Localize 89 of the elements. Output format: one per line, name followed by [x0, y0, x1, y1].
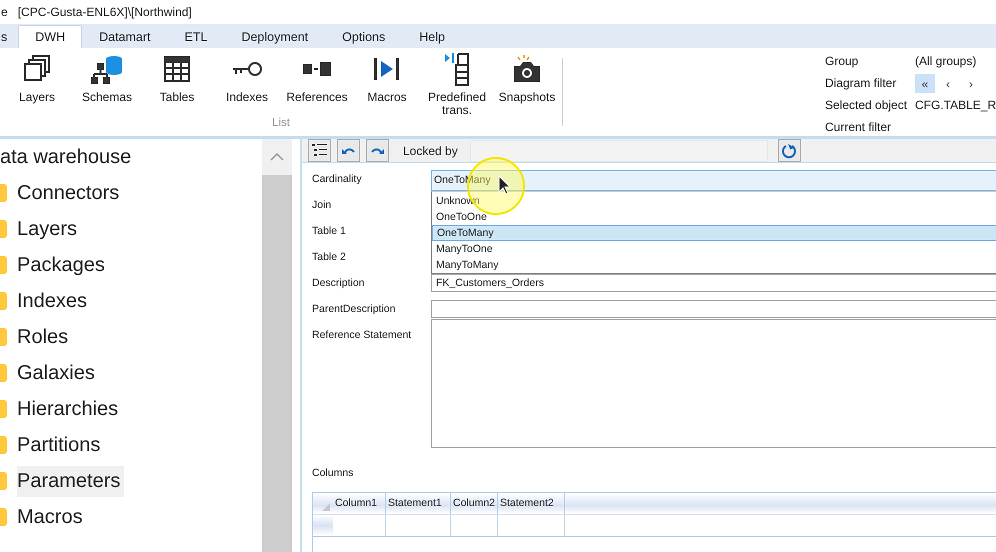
- folder-icon: [0, 220, 7, 238]
- key-icon: [231, 59, 263, 79]
- refresh-button[interactable]: [778, 139, 801, 162]
- list-icon: [312, 144, 327, 158]
- folder-icon: [0, 364, 7, 382]
- corner-icon: [322, 503, 330, 511]
- tree-item[interactable]: Connectors: [17, 178, 124, 208]
- new-row[interactable]: [313, 515, 996, 537]
- scroll-up-button[interactable]: [262, 139, 292, 175]
- text-field[interactable]: FK_Customers_Orders: [431, 274, 996, 292]
- ribbon-tab[interactable]: Datamart: [82, 25, 168, 48]
- reference-icon: [302, 61, 332, 77]
- ribbon-button[interactable]: References: [282, 52, 352, 117]
- folder-icon: [0, 292, 7, 310]
- column-header[interactable]: Column2: [451, 493, 498, 514]
- ribbon-button[interactable]: Snapshots: [492, 52, 562, 117]
- text-field[interactable]: [431, 300, 996, 318]
- dropdown-option[interactable]: OneToMany: [432, 225, 996, 241]
- tree-item[interactable]: Packages: [17, 250, 109, 280]
- row-header: [313, 515, 333, 536]
- schema-icon: [90, 54, 124, 84]
- window-title: e: [1, 5, 8, 19]
- ribbon-button[interactable]: Indexes: [212, 52, 282, 117]
- chevron-up-icon: [270, 153, 284, 161]
- filter-label: Group: [825, 53, 860, 70]
- window-title: [CPC-Gusta-ENL6X]\[Northwind]: [18, 5, 192, 19]
- layers-icon: [22, 54, 52, 84]
- list-view-button[interactable]: [308, 139, 331, 162]
- tree-item[interactable]: Layers: [17, 214, 82, 244]
- ribbon-button[interactable]: Macros: [352, 52, 422, 117]
- ribbon-tab[interactable]: Options: [325, 25, 402, 48]
- folder-icon: [0, 508, 7, 526]
- nav-button[interactable]: ›: [961, 74, 981, 93]
- ribbon-tab[interactable]: Deployment: [224, 25, 326, 48]
- column-header[interactable]: Statement2: [498, 493, 565, 514]
- transformation-icon: [444, 52, 470, 86]
- dropdown-option[interactable]: ManyToOne: [432, 241, 996, 257]
- camera-icon: [512, 54, 542, 84]
- column-header[interactable]: Statement1: [386, 493, 451, 514]
- tree-item[interactable]: Roles: [17, 322, 72, 352]
- tree-root[interactable]: ata warehouse: [0, 139, 262, 175]
- field-label: Reference Statement: [312, 328, 412, 343]
- redo-button[interactable]: [366, 139, 389, 162]
- column-header[interactable]: Column1: [333, 493, 386, 514]
- tree-item[interactable]: Galaxies: [17, 358, 99, 388]
- filter-label: Diagram filter: [825, 75, 898, 92]
- columns-label: Columns: [312, 467, 354, 479]
- table-icon: [163, 55, 191, 83]
- folder-icon: [0, 472, 7, 490]
- tree-item[interactable]: Parameters: [17, 466, 124, 496]
- folder-icon: [0, 400, 7, 418]
- tree-item[interactable]: Hierarchies: [17, 394, 122, 424]
- ribbon-button[interactable]: Layers: [2, 52, 72, 117]
- dropdown-option[interactable]: ManyToMany: [432, 257, 996, 273]
- filter-value: CFG.TABLE_R: [915, 97, 996, 114]
- filter-value: (All groups): [915, 53, 978, 70]
- undo-icon: [342, 146, 355, 155]
- field-label: ParentDescription: [312, 302, 396, 315]
- tree-item[interactable]: Macros: [17, 502, 87, 532]
- field-label: Cardinality: [312, 172, 363, 185]
- ribbon-tab[interactable]: Help: [402, 25, 462, 48]
- ribbon-tab[interactable]: ETL: [168, 25, 224, 48]
- redo-icon: [371, 146, 384, 155]
- dropdown-option[interactable]: OneToOne: [432, 209, 996, 225]
- nav-button[interactable]: ‹: [938, 74, 958, 93]
- field-label: Join: [312, 198, 332, 211]
- group-label: List: [271, 117, 291, 129]
- ribbon-button[interactable]: Predefined trans.: [422, 52, 492, 117]
- locked-by-label: Locked by: [403, 144, 458, 158]
- filter-label: Selected object: [825, 97, 908, 114]
- folder-icon: [0, 436, 7, 454]
- nav-button[interactable]: «: [915, 74, 935, 93]
- field-label: Description: [312, 276, 366, 289]
- field-label: Table 2: [312, 250, 347, 263]
- ribbon-tab[interactable]: DWH: [18, 25, 82, 48]
- refresh-icon: [781, 142, 798, 158]
- filter-label: Current filter: [825, 119, 892, 136]
- folder-icon: [0, 184, 7, 202]
- ribbon-button[interactable]: Tables: [142, 52, 212, 117]
- tree-item[interactable]: Indexes: [17, 286, 92, 316]
- ribbon-tab[interactable]: s: [0, 25, 18, 48]
- field-label: Table 1: [312, 224, 347, 237]
- folder-icon: [0, 328, 7, 346]
- tree-item[interactable]: Partitions: [17, 430, 104, 460]
- play-to-end-icon: [373, 57, 401, 81]
- locked-by-field[interactable]: [470, 140, 768, 162]
- undo-button[interactable]: [337, 139, 360, 162]
- ribbon-button[interactable]: Schemas: [72, 52, 142, 117]
- folder-icon: [0, 256, 7, 274]
